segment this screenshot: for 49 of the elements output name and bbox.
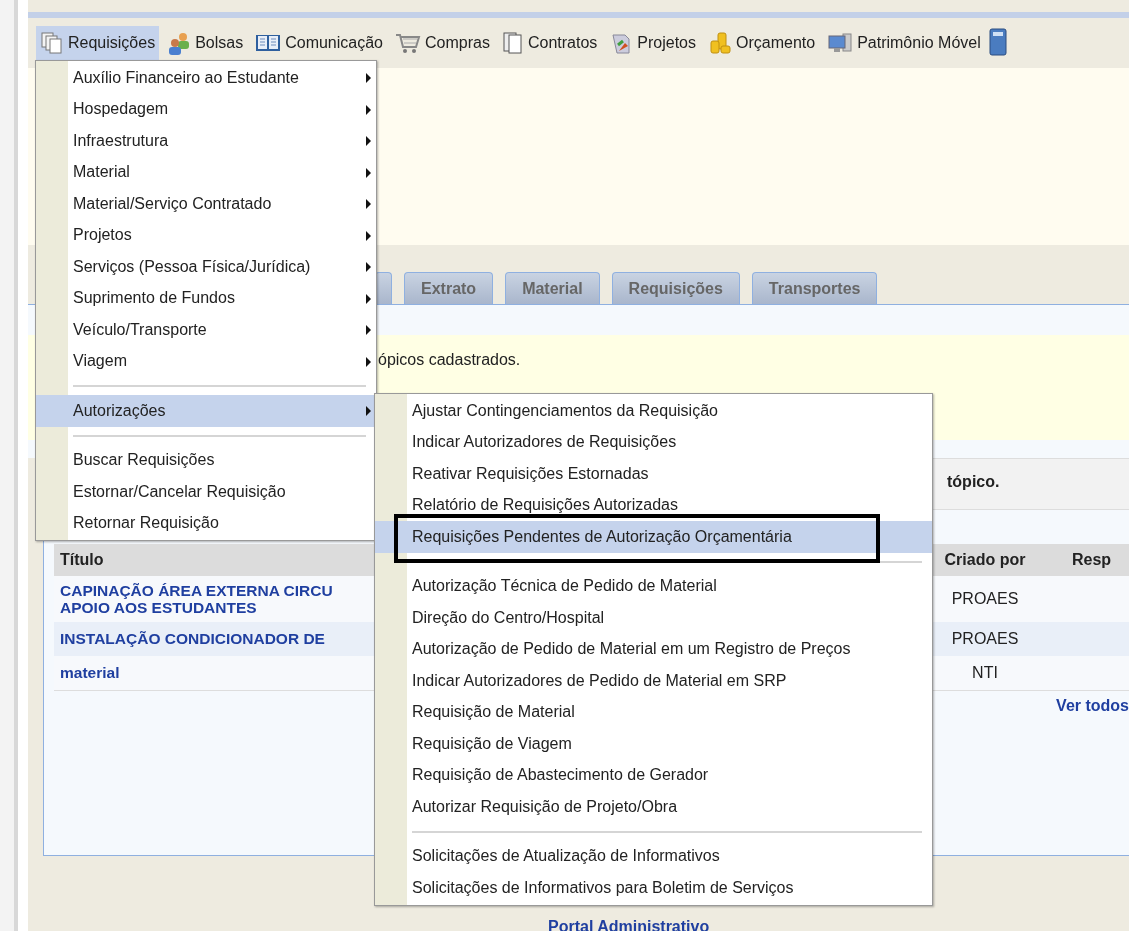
table-cell: PROAES — [934, 622, 1036, 656]
pages-icon — [40, 31, 64, 55]
menu-item[interactable]: Requisição de Abastecimento de Gerador — [375, 759, 932, 791]
menu-item[interactable]: Material — [36, 156, 376, 188]
menu-item[interactable]: Solicitações de Atualização de Informativos — [375, 840, 932, 872]
table-cell: PROAES — [934, 576, 1036, 622]
title-link[interactable]: material — [60, 664, 120, 681]
column-header: Criado por — [934, 544, 1036, 576]
notice-text: ópicos cadastrados. — [378, 351, 521, 368]
column-header: Resp — [1036, 544, 1129, 576]
table-cell: NTI — [934, 656, 1036, 691]
menu-item[interactable]: Auxílio Financeiro ao Estudante — [36, 62, 376, 94]
menu-item[interactable]: Veículo/Transporte — [36, 314, 376, 346]
menu-bar-item[interactable]: Requisições — [36, 26, 160, 60]
book-icon — [988, 28, 1007, 56]
menu-item[interactable]: Requisição de Viagem — [375, 728, 932, 760]
title-link[interactable]: INSTALAÇÃO CONDICIONADOR DE — [60, 630, 325, 647]
menu-item[interactable]: Hospedagem — [36, 93, 376, 125]
menu-item[interactable]: Requisição de Material — [375, 696, 932, 728]
pages-icon — [501, 31, 524, 55]
menu-item[interactable]: Infraestrutura — [36, 125, 376, 157]
menu-item[interactable]: Direção do Centro/Hospital — [375, 602, 932, 634]
menu-item[interactable]: Retornar Requisição — [36, 507, 376, 539]
menu-item[interactable]: Projetos — [36, 219, 376, 251]
menu-item[interactable]: Requisições Pendentes de Autorização Orçamentária — [375, 521, 932, 553]
menu-item[interactable]: Viagem — [36, 345, 376, 377]
menu-item[interactable]: Suprimento de Fundos — [36, 282, 376, 314]
menu-bar-item[interactable]: Projetos — [605, 26, 700, 60]
menu-item[interactable]: Indicar Autorizadores de Pedido de Material em SRP — [375, 665, 932, 697]
menu-bar-item[interactable]: Patrimônio Móvel — [823, 26, 985, 60]
menu-bar-item[interactable]: Bolsas — [163, 26, 248, 60]
menu-bar-item[interactable]: Orçamento — [704, 26, 820, 60]
menu-item[interactable]: Autorizações — [36, 395, 376, 427]
menu-item[interactable]: Autorização de Pedido de Material em um Registro de Preços — [375, 633, 932, 665]
cart-icon — [395, 31, 421, 55]
menu-item[interactable]: Indicar Autorizadores de Requisições — [375, 426, 932, 458]
menu-item[interactable]: Solicitações de Informativos para Boletim de Serviços — [375, 872, 932, 904]
people-icon — [167, 31, 192, 55]
menu-bar-item[interactable]: Comunicação — [251, 26, 387, 60]
menu-item[interactable]: Serviços (Pessoa Física/Jurídica) — [36, 251, 376, 283]
computer-icon — [827, 31, 854, 55]
menu-bar-item[interactable]: Compras — [391, 26, 494, 60]
menu-item[interactable]: Material/Serviço Contratado — [36, 188, 376, 220]
menu-item[interactable]: Autorizar Requisição de Projeto/Obra — [375, 791, 932, 823]
see-all-link[interactable]: Ver todos — [1056, 697, 1129, 715]
menu-bar-item[interactable]: Contratos — [497, 26, 602, 60]
menu-item[interactable]: Reativar Requisições Estornadas — [375, 458, 932, 490]
menu-item[interactable]: Ajustar Contingenciamentos da Requisição — [375, 395, 932, 427]
coins-icon — [708, 31, 732, 55]
